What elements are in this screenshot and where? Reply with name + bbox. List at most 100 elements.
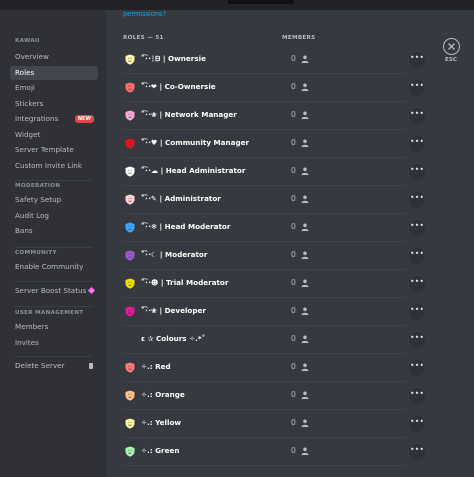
role-row[interactable]: ✧.: Orange 0 ••• [123,382,425,410]
sidebar-item-label: Server Boost Status [15,286,87,295]
person-icon[interactable] [301,419,309,427]
role-row[interactable]: ˚͡˔·ᛁᗹ | Ownersie 0 ••• [123,46,425,74]
role-name: ˚͡˔·☁ | Head Administrator [141,166,246,175]
more-icon[interactable]: ••• [409,164,425,180]
sidebar-item-server-template[interactable]: Server Template [10,143,98,157]
more-icon[interactable]: ••• [409,52,425,68]
person-icon[interactable] [301,307,309,315]
more-icon[interactable]: ••• [409,276,425,292]
sidebar-item-integrations[interactable]: Integrations NEW [10,112,98,126]
role-name: ˚͡˔·ᛁᗹ | Ownersie [141,54,206,63]
sidebar-item-label: Roles [15,67,35,77]
more-icon[interactable]: ••• [409,192,425,208]
role-name: ˚͡˔·♥ | Community Manager [141,138,250,147]
role-name: ✧.: Red [141,362,171,371]
sidebar-item-roles[interactable]: Roles [10,65,98,80]
person-icon[interactable] [301,335,309,343]
person-icon[interactable] [301,139,309,147]
more-icon[interactable]: ••• [409,444,425,460]
sidebar-divider [15,247,93,248]
sidebar-item-label: Stickers [15,98,44,108]
more-icon[interactable]: ••• [409,108,425,124]
role-name: ˚͡˔·☾ | Moderator [141,250,208,259]
person-icon[interactable] [301,223,309,231]
sidebar-item-label: Widget [15,129,41,139]
sidebar-item-label: Audit Log [15,210,49,220]
role-row[interactable]: ˚͡˔·❀ | Network Manager 0 ••• [123,102,425,130]
top-bar-block [228,0,294,4]
permissions-link[interactable]: permissions? [123,10,166,18]
role-row[interactable]: ˚͡˔·♥ | Community Manager 0 ••• [123,130,425,158]
shield-icon [125,390,135,401]
more-icon[interactable]: ••• [409,304,425,320]
more-icon[interactable]: ••• [409,332,425,348]
sidebar-item-widget[interactable]: Widget [10,128,98,142]
person-icon[interactable] [301,55,309,63]
role-name: ˚͡˔·❄ | Head Moderator [141,222,231,231]
sidebar-item-label: Members [15,322,49,331]
person-icon[interactable] [301,251,309,259]
more-icon[interactable]: ••• [409,360,425,376]
person-icon[interactable] [301,363,309,371]
more-icon[interactable]: ••• [409,80,425,96]
more-icon[interactable]: ••• [409,388,425,404]
sidebar-item-label: Invites [15,337,39,347]
shield-icon [125,334,135,345]
role-row[interactable]: ˚͡˔·❀ | Developer 0 ••• [123,298,425,326]
member-count: 0 [291,250,296,259]
shield-icon [125,54,135,65]
sidebar-item-safety-setup[interactable]: Safety Setup [10,193,98,207]
members-header: MEMBERS [282,35,316,41]
role-row[interactable]: ˚͡˔·☾ | Moderator 0 ••• [123,242,425,270]
role-row[interactable]: ε ✰ Colours ✧.*˚ 0 ••• [123,326,425,354]
member-count: 0 [291,222,296,231]
sidebar-item-stickers[interactable]: Stickers [10,97,98,111]
person-icon[interactable] [301,447,309,455]
role-row[interactable]: ˚͡˔·❄ | Head Moderator 0 ••• [123,214,425,242]
sidebar-item-bans[interactable]: Bans [10,224,98,238]
member-count: 0 [291,278,296,287]
sidebar-item-invites[interactable]: Invites [10,336,98,350]
roles-settings-panel: permissions? ROLES — 51 MEMBERS ˚͡˔·ᛁᗹ |… [106,10,474,477]
member-count: 0 [291,446,296,455]
role-row[interactable]: ˚͡˔·☻ | Trial Moderator 0 ••• [123,270,425,298]
role-row[interactable]: ✧.: Green 0 ••• [123,438,425,466]
person-icon[interactable] [301,195,309,203]
role-row[interactable]: ˚͡˔·❤ | Co-Ownersie 0 ••• [123,74,425,102]
shield-icon [125,110,135,121]
person-icon[interactable] [301,279,309,287]
sidebar-item-members[interactable]: Members [10,320,98,334]
shield-icon [125,418,135,429]
sidebar-item-delete-server[interactable]: Delete Server [10,359,98,373]
role-name: ε ✰ Colours ✧.*˚ [141,334,206,343]
more-icon[interactable]: ••• [409,416,425,432]
sidebar-divider [15,180,93,181]
sidebar-item-label: Overview [15,52,49,61]
role-row[interactable]: ✧.: Yellow 0 ••• [123,410,425,438]
shield-icon [125,362,135,373]
person-icon[interactable] [301,83,309,91]
role-row[interactable]: ˚͡˔·✎ | Administrator 0 ••• [123,186,425,214]
sidebar-item-enable-community[interactable]: Enable Community [10,260,98,274]
shield-icon [125,194,135,205]
sidebar-item-audit-log[interactable]: Audit Log [10,209,98,223]
shield-icon [125,446,135,457]
sidebar-item-overview[interactable]: Overview [10,50,98,64]
more-icon[interactable]: ••• [409,248,425,264]
more-icon[interactable]: ••• [409,136,425,152]
close-button[interactable] [443,38,460,55]
sidebar-item-server-boost-status[interactable]: Server Boost Status [10,284,98,298]
sidebar-item-label: Emoji [15,83,35,92]
person-icon[interactable] [301,167,309,175]
member-count: 0 [291,390,296,399]
role-row[interactable]: ✧.: Red 0 ••• [123,354,425,382]
shield-icon [125,250,135,261]
sidebar-item-label: Server Template [15,145,74,154]
close-icon [448,43,455,50]
more-icon[interactable]: ••• [409,220,425,236]
sidebar-item-emoji[interactable]: Emoji [10,81,98,95]
person-icon[interactable] [301,391,309,399]
role-row[interactable]: ˚͡˔·☁ | Head Administrator 0 ••• [123,158,425,186]
person-icon[interactable] [301,111,309,119]
sidebar-item-custom-invite-link[interactable]: Custom Invite Link [10,159,98,173]
